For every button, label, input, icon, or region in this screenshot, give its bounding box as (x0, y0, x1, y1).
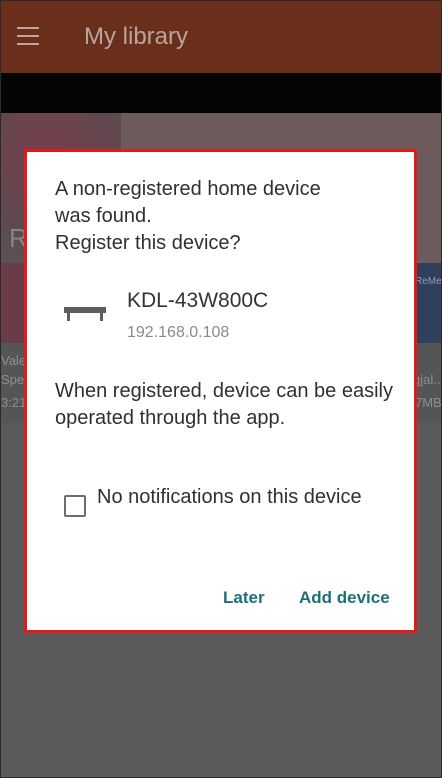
app-bar: My library (1, 1, 441, 73)
hamburger-menu-icon[interactable] (17, 27, 39, 45)
tv-device-icon (64, 307, 106, 323)
dialog-info-text: When registered, device can be easily op… (55, 380, 393, 429)
device-name: KDL-43W800C (127, 289, 269, 312)
card-thumbnail (413, 263, 441, 343)
register-device-dialog: A non-registered home device was found. … (24, 149, 417, 633)
card-right-meta: 7MB (415, 395, 442, 410)
dialog-message: A non-registered home device was found. … (55, 178, 321, 254)
no-notifications-label[interactable]: No notifications on this device (97, 484, 387, 510)
toolbar-band (1, 73, 441, 113)
screen: My library R Vale Spe 3:21 ReMe gjal... … (0, 0, 442, 778)
no-notifications-checkbox[interactable] (64, 495, 86, 517)
add-device-button[interactable]: Add device (299, 588, 390, 608)
app-bar-title: My library (84, 23, 189, 50)
card-right-thumb-text: ReMe (415, 276, 442, 287)
card-left-title-2: Spe (1, 372, 25, 387)
card-right-title: gjal... (413, 372, 442, 387)
later-button[interactable]: Later (223, 588, 265, 608)
device-ip-address: 192.168.0.108 (127, 324, 230, 341)
card-left-meta: 3:21 (1, 395, 27, 410)
card-left-title-1: Vale (1, 353, 27, 368)
